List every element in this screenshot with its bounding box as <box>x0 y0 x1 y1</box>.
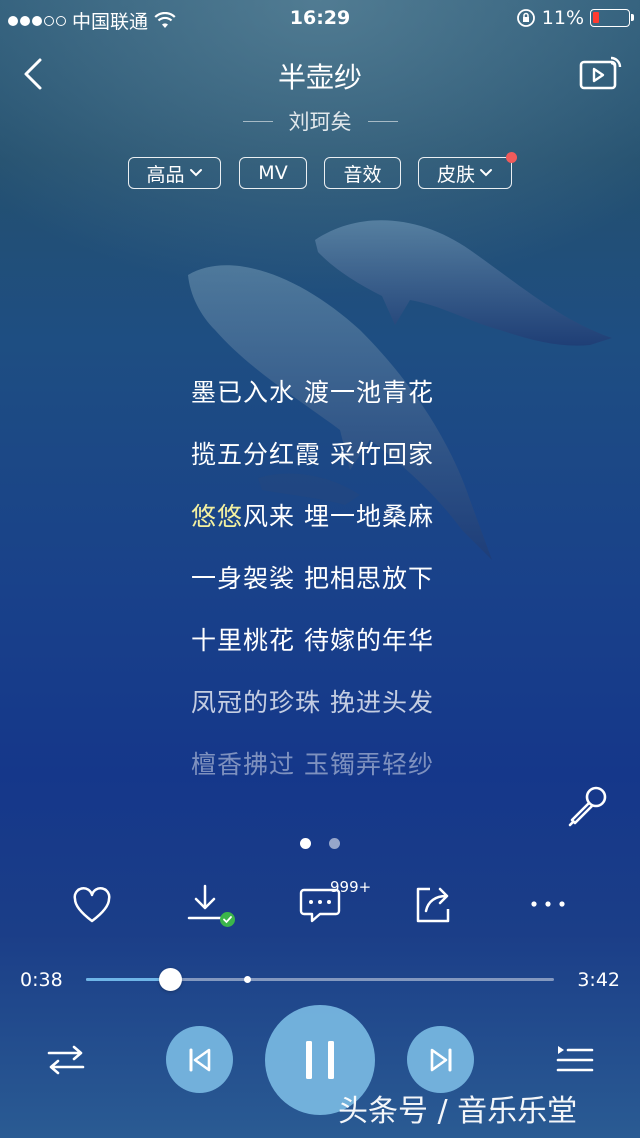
skip-previous-icon <box>189 1048 210 1071</box>
lyric-line: 墨已入水 渡一池青花 <box>191 378 434 407</box>
mv-button[interactable]: MV <box>239 157 307 189</box>
divider-left <box>242 120 273 122</box>
chevron-down-icon <box>189 169 202 177</box>
sound-effect-label: 音效 <box>343 163 382 186</box>
quality-button[interactable]: 高品 <box>128 157 221 189</box>
share-icon[interactable] <box>412 883 456 927</box>
lyric-line: 揽五分红霞 采竹回家 <box>191 440 434 469</box>
artist-name[interactable]: 刘珂矣 <box>289 106 352 136</box>
comment-count-badge: 999+ <box>330 878 372 896</box>
action-bar <box>0 880 640 930</box>
pause-icon <box>306 1041 334 1079</box>
song-title: 半壶纱 <box>277 61 362 94</box>
heart-icon[interactable] <box>70 884 114 928</box>
lyric-line: 一身袈裟 把相思放下 <box>191 564 434 593</box>
next-button[interactable] <box>407 1026 474 1093</box>
previous-button[interactable] <box>166 1026 233 1093</box>
artist-row: 刘珂矣 <box>0 106 640 136</box>
downloaded-check-icon <box>220 912 235 927</box>
total-time: 3:42 <box>577 969 620 991</box>
lyric-line: 檀香拂过 玉镯弄轻纱 <box>191 750 434 779</box>
mv-label: MV <box>258 162 288 184</box>
rotation-lock-icon <box>516 9 535 27</box>
battery-icon <box>590 9 634 27</box>
sound-effect-button[interactable]: 音效 <box>324 157 401 189</box>
status-bar: 中国联通 16:29 11% <box>0 0 640 36</box>
lyric-line-current: 悠悠风来 埋一地桑麻 <box>191 502 434 531</box>
microphone-icon[interactable] <box>566 784 610 828</box>
shuffle-icon[interactable] <box>44 1040 88 1080</box>
progress-played <box>86 978 171 981</box>
chevron-down-icon <box>480 169 492 177</box>
divider-right <box>367 120 398 122</box>
cast-icon[interactable] <box>578 56 622 92</box>
page-dot <box>329 838 340 849</box>
skip-next-icon <box>430 1048 451 1071</box>
notification-dot <box>506 152 517 163</box>
page-dot-active <box>300 838 311 849</box>
watermark-text: 头条号 / 音乐乐堂 <box>338 1094 578 1129</box>
skin-button[interactable]: 皮肤 <box>418 152 517 189</box>
buffer-marker <box>244 976 252 983</box>
status-right: 11% <box>516 7 634 29</box>
progress-thumb[interactable] <box>159 968 183 991</box>
more-icon[interactable] <box>526 882 570 926</box>
progress-bar[interactable] <box>86 968 554 991</box>
quality-label: 高品 <box>146 163 185 186</box>
playlist-icon[interactable] <box>552 1040 596 1080</box>
lyric-line: 凤冠的珍珠 挽进头发 <box>191 688 434 717</box>
lyric-line: 十里桃花 待嫁的年华 <box>191 626 434 655</box>
lyrics-panel[interactable]: 墨已入水 渡一池青花 揽五分红霞 采竹回家 悠悠风来 埋一地桑麻 一身袈裟 把相… <box>191 373 434 807</box>
skin-label: 皮肤 <box>436 163 475 186</box>
page-indicator <box>300 838 340 849</box>
battery-percent: 11% <box>541 7 584 29</box>
current-time: 0:38 <box>20 969 63 991</box>
